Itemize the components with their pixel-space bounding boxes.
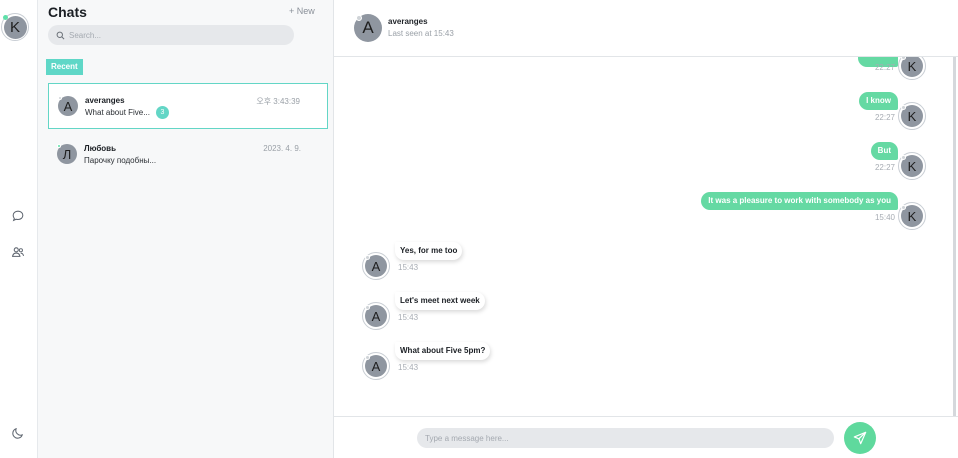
presence-dot [58, 96, 62, 100]
search-input[interactable] [69, 30, 269, 40]
chat-app: K Chats + New Recent A [0, 0, 958, 458]
message-time: 15:43 [398, 313, 419, 322]
message-list[interactable]: 22:27 K I know 22:27 K But 22:27 K It wa… [334, 57, 958, 416]
presence-dot [901, 155, 906, 160]
message-avatar: A [362, 352, 390, 380]
new-chat-button[interactable]: + New [289, 6, 315, 16]
conversation-panel: A averanges Last seen at 15:43 22:27 K I… [334, 0, 958, 458]
send-icon [853, 431, 867, 445]
presence-dot [901, 205, 906, 210]
presence-dot [356, 15, 362, 21]
message-avatar: K [898, 102, 926, 130]
message-bubble-incoming: What about Five 5pm? [395, 342, 491, 360]
dark-mode-moon-icon[interactable] [11, 426, 25, 440]
recent-section-label: Recent [46, 59, 83, 75]
message-avatar: A [362, 252, 390, 280]
message-time: 22:27 [874, 63, 895, 72]
presence-dot [901, 105, 906, 110]
message-input[interactable] [417, 428, 834, 448]
online-status-dot [3, 15, 8, 20]
search-box [48, 25, 294, 45]
chat-preview: Парочку подобны... [84, 156, 157, 165]
chat-name: averanges [85, 96, 125, 105]
message-avatar: K [898, 152, 926, 180]
chat-list-item[interactable]: Л Любовь Парочку подобны... 2023. 4. 9. [48, 132, 328, 178]
message-time: 22:27 [874, 113, 895, 122]
nav-rail: K [0, 0, 38, 458]
message-time: 15:43 [398, 363, 419, 372]
presence-dot [365, 255, 370, 260]
message-avatar: A [362, 302, 390, 330]
unread-badge: 3 [156, 106, 169, 119]
message-time: 22:27 [874, 163, 895, 172]
conversation-header: A averanges Last seen at 15:43 [334, 0, 958, 57]
chat-bubble-icon[interactable] [11, 209, 25, 223]
last-seen-text: Last seen at 15:43 [388, 29, 454, 38]
message-time: 15:43 [398, 263, 419, 272]
message-time: 15:40 [874, 213, 895, 222]
chat-list-panel: Chats + New Recent A averanges What abou… [38, 0, 334, 458]
message-avatar: K [898, 202, 926, 230]
message-bubble-outgoing: I know [859, 92, 898, 110]
message-bubble-outgoing: But [870, 142, 898, 160]
message-bubble-incoming: Let's meet next week [395, 292, 485, 310]
message-composer [334, 416, 958, 458]
presence-dot [365, 305, 370, 310]
chats-title: Chats [48, 4, 87, 20]
chat-preview: What about Five... [85, 108, 150, 117]
message-bubble-outgoing: It was a pleasure to work with somebody … [701, 192, 898, 210]
chat-time: 오후 3:43:39 [256, 97, 300, 106]
message-avatar: K [898, 57, 926, 80]
message-bubble-incoming: Yes, for me too [395, 242, 463, 260]
avatar-letter: K [901, 57, 923, 77]
contact-name: averanges [388, 17, 428, 26]
contacts-icon[interactable] [11, 245, 25, 259]
scrollbar[interactable] [953, 57, 956, 416]
chat-time: 2023. 4. 9. [263, 144, 301, 153]
chat-list-item[interactable]: A averanges What about Five... 오후 3:43:3… [48, 83, 328, 129]
presence-dot [365, 355, 370, 360]
chat-name: Любовь [84, 144, 117, 153]
presence-dot [57, 144, 61, 148]
search-icon [56, 31, 65, 39]
send-button[interactable] [844, 422, 876, 454]
